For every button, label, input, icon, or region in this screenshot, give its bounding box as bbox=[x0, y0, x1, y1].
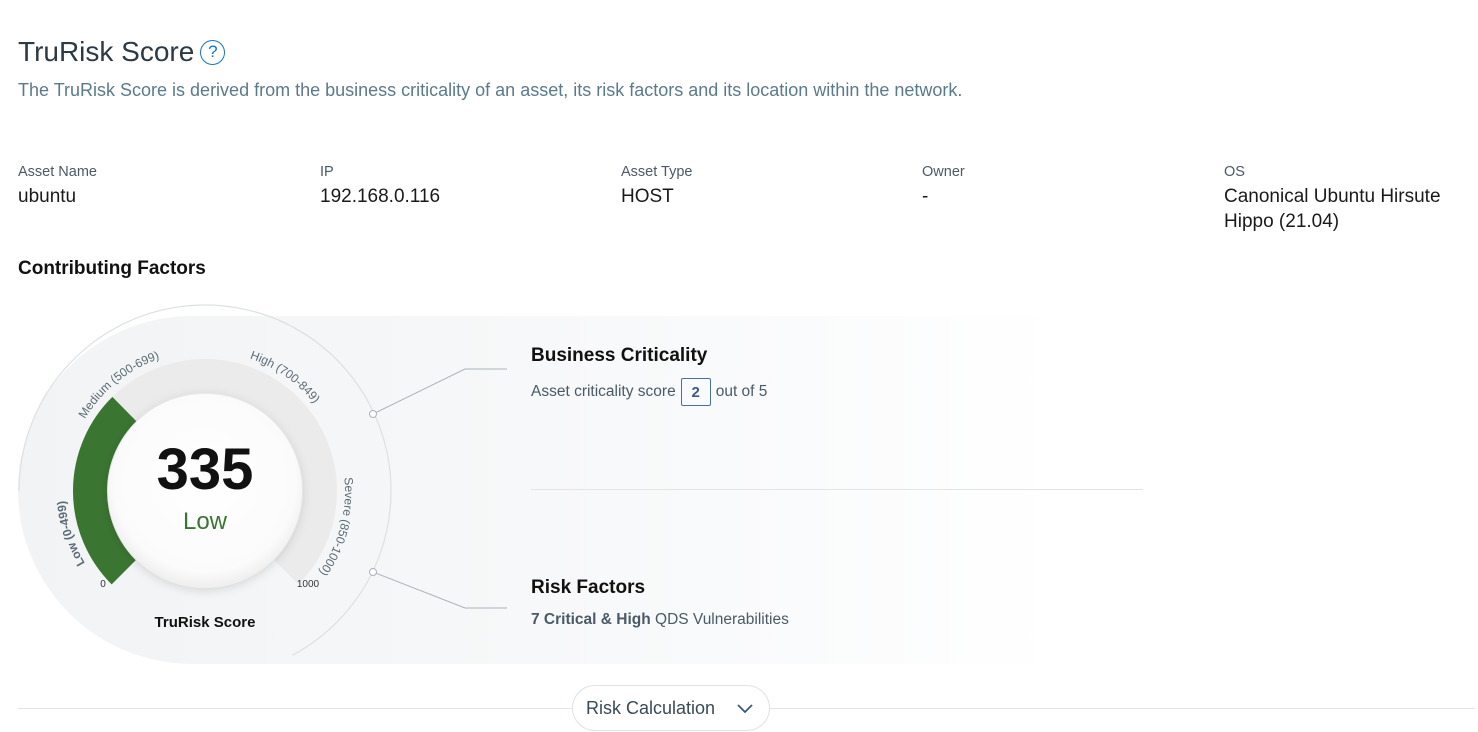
risk-factors-title: Risk Factors bbox=[531, 577, 646, 598]
gauge-max-label: 1000 bbox=[297, 579, 320, 590]
risk-vuln-count: 7 Critical & High bbox=[531, 611, 651, 628]
connector-dot-risk bbox=[369, 568, 377, 576]
business-criticality-line: Asset criticality score 2 out of 5 bbox=[531, 378, 767, 406]
risk-calculation-label: Risk Calculation bbox=[586, 697, 716, 718]
factors-divider bbox=[531, 489, 1143, 490]
criticality-score-badge: 2 bbox=[680, 378, 711, 406]
connector-dot-business bbox=[369, 410, 377, 418]
risk-factors-line: 7 Critical & High QDS Vulnerabilities bbox=[531, 611, 789, 629]
connector-business bbox=[372, 368, 507, 415]
chevron-down-icon bbox=[737, 704, 753, 714]
criticality-suffix: out of 5 bbox=[715, 383, 768, 400]
trurisk-score-caption: TruRisk Score bbox=[155, 614, 256, 631]
criticality-prefix: Asset criticality score bbox=[531, 383, 676, 400]
business-criticality-title: Business Criticality bbox=[531, 345, 708, 366]
connector-risk bbox=[372, 571, 507, 609]
risk-vuln-desc: QDS Vulnerabilities bbox=[655, 611, 789, 628]
risk-calculation-toggle[interactable]: Risk Calculation bbox=[572, 685, 770, 731]
trurisk-score-value: 335 bbox=[157, 437, 254, 502]
gauge-min-label: 0 bbox=[100, 579, 106, 590]
trurisk-rating: Low bbox=[183, 508, 228, 535]
